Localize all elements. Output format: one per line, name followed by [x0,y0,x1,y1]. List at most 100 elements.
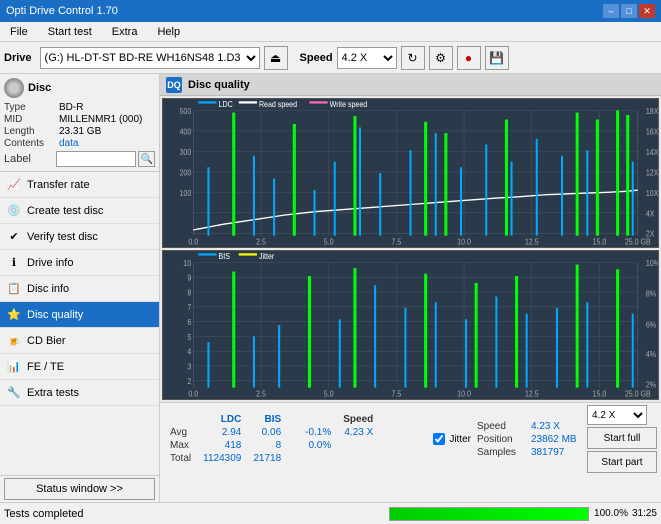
right-panel: DQ Disc quality [160,74,661,502]
avg-bis: 0.06 [247,426,287,439]
sidebar-item-extra-tests[interactable]: 🔧 Extra tests [0,380,159,406]
status-area: Status window >> [0,475,159,502]
speed-row: Speed 4.23 X [477,421,581,432]
svg-text:10: 10 [183,258,191,268]
action-speed-select[interactable]: 4.2 X [587,405,647,425]
svg-text:200: 200 [180,168,192,178]
sidebar-item-disc-quality[interactable]: ⭐ Disc quality [0,302,159,328]
disc-label-input[interactable] [56,151,136,167]
sidebar-item-verify-test-disc[interactable]: ✔ Verify test disc [0,224,159,250]
create-test-disc-icon: 💿 [6,203,22,219]
bis-chart: 10 9 8 7 6 5 4 3 2 0.0 2.5 5.0 7.5 10.0 … [162,250,659,400]
samples-row: Samples 381797 [477,447,581,458]
nav-label-create-test-disc: Create test disc [27,205,103,217]
svg-text:500: 500 [180,106,192,116]
svg-text:Write speed: Write speed [330,100,368,110]
sidebar: Disc Type BD-R MID MILLENMR1 (000) Lengt… [0,74,160,502]
settings-button[interactable]: ⚙ [429,46,453,70]
disc-quality-title: Disc quality [188,79,250,91]
nav-label-fe-te: FE / TE [27,361,64,373]
save-button[interactable]: 💾 [485,46,509,70]
svg-text:BIS: BIS [219,252,230,262]
jitter-label: Jitter [449,434,471,445]
svg-text:15.0: 15.0 [593,389,607,399]
svg-text:16X: 16X [646,127,658,137]
sidebar-item-fe-te[interactable]: 📊 FE / TE [0,354,159,380]
svg-text:10%: 10% [646,258,658,268]
title-bar: Opti Drive Control 1.70 – □ ✕ [0,0,661,22]
sidebar-item-cd-bier[interactable]: 🍺 CD Bier [0,328,159,354]
speed-select[interactable]: 4.2 X [337,47,397,69]
avg-speed: 4.23 X [337,426,379,439]
toolbar: Drive (G:) HL-DT-ST BD-RE WH16NS48 1.D3 … [0,42,661,74]
svg-text:14X: 14X [646,147,658,157]
svg-text:Read speed: Read speed [259,100,297,110]
svg-text:18X: 18X [646,106,658,116]
charts-area: 500 400 300 200 100 0.0 2.5 5.0 7.5 10.0… [160,96,661,402]
menu-start-test[interactable]: Start test [42,24,98,40]
drive-info-icon: ℹ [6,255,22,271]
nav-label-cd-bier: CD Bier [27,335,66,347]
svg-text:2.5: 2.5 [256,389,266,399]
max-jitter: 0.0% [299,439,337,452]
svg-text:3: 3 [187,362,191,372]
svg-text:7.5: 7.5 [391,389,401,399]
disc-mid-row: MID MILLENMR1 (000) [4,114,155,125]
refresh-button[interactable]: ↻ [401,46,425,70]
transfer-rate-icon: 📈 [6,177,22,193]
sidebar-item-create-test-disc[interactable]: 💿 Create test disc [0,198,159,224]
bottom-bar: Tests completed 100.0% 31:25 [0,502,661,524]
menu-extra[interactable]: Extra [106,24,144,40]
menu-file[interactable]: File [4,24,34,40]
nav-items: 📈 Transfer rate 💿 Create test disc ✔ Ver… [0,172,159,475]
svg-text:2X: 2X [646,229,655,239]
stats-max-row: Max 418 8 0.0% [164,439,379,452]
disc-contents-val: data [59,138,78,149]
disc-length-val: 23.31 GB [59,126,101,137]
nav-label-verify-test-disc: Verify test disc [27,231,98,243]
start-part-button[interactable]: Start part [587,451,657,473]
svg-text:5.0: 5.0 [324,237,334,247]
menu-bar: File Start test Extra Help [0,22,661,42]
disc-label-btn[interactable]: 🔍 [138,151,155,167]
disc-panel: Disc Type BD-R MID MILLENMR1 (000) Lengt… [0,74,159,172]
disc-contents-row: Contents data [4,138,155,149]
record-button[interactable]: ● [457,46,481,70]
stats-area: LDC BIS Speed Avg 2.94 0.06 [160,402,661,502]
svg-text:12X: 12X [646,168,658,178]
nav-label-disc-info: Disc info [27,283,69,295]
svg-text:10.0: 10.0 [457,237,471,247]
disc-type-val: BD-R [59,102,83,113]
fe-te-icon: 📊 [6,359,22,375]
stats-total-row: Total 1124309 21718 [164,452,379,465]
eject-button[interactable]: ⏏ [264,46,288,70]
close-button[interactable]: ✕ [639,4,655,18]
stats-avg-row: Avg 2.94 0.06 -0.1% 4.23 X [164,426,379,439]
disc-label-row: Label 🔍 [4,151,155,167]
status-window-button[interactable]: Status window >> [4,478,155,500]
start-full-button[interactable]: Start full [587,427,657,449]
sidebar-item-drive-info[interactable]: ℹ Drive info [0,250,159,276]
bis-chart-svg: 10 9 8 7 6 5 4 3 2 0.0 2.5 5.0 7.5 10.0 … [163,251,658,399]
disc-type-row: Type BD-R [4,102,155,113]
stats-table: LDC BIS Speed Avg 2.94 0.06 [164,413,427,465]
drive-select[interactable]: (G:) HL-DT-ST BD-RE WH16NS48 1.D3 [40,47,260,69]
svg-text:100: 100 [180,188,192,198]
sidebar-item-disc-info[interactable]: 📋 Disc info [0,276,159,302]
max-bis: 8 [247,439,287,452]
sidebar-item-transfer-rate[interactable]: 📈 Transfer rate [0,172,159,198]
svg-text:0.0: 0.0 [188,389,198,399]
ldc-chart-svg: 500 400 300 200 100 0.0 2.5 5.0 7.5 10.0… [163,99,658,247]
maximize-button[interactable]: □ [621,4,637,18]
minimize-button[interactable]: – [603,4,619,18]
max-ldc: 418 [197,439,247,452]
svg-text:LDC: LDC [219,100,234,110]
action-buttons: 4.2 X Start full Start part [587,405,657,473]
svg-text:5.0: 5.0 [324,389,334,399]
jitter-section: Jitter [433,433,471,445]
drive-label: Drive [4,52,32,64]
menu-help[interactable]: Help [151,24,186,40]
disc-section-label: Disc [28,82,51,94]
jitter-checkbox[interactable] [433,433,445,445]
window-controls: – □ ✕ [603,4,655,18]
